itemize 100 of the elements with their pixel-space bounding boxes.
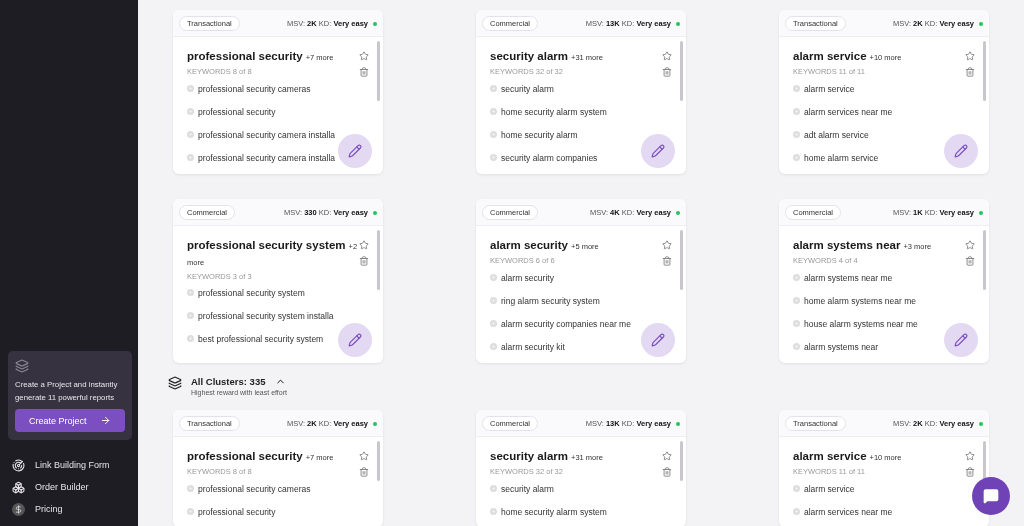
plus-icon [490, 508, 497, 515]
keyword-text: home security alarm system [501, 106, 607, 117]
plus-icon [793, 108, 800, 115]
plus-icon [793, 154, 800, 161]
keyword-text: alarm security kit [501, 341, 565, 352]
trash-icon[interactable] [662, 67, 672, 77]
plus-icon [490, 320, 497, 327]
plus-icon [490, 108, 497, 115]
plus-icon [793, 508, 800, 515]
trash-icon[interactable] [359, 467, 369, 477]
keyword-text: home security alarm [501, 129, 578, 140]
keyword-text: alarm services near me [804, 106, 893, 117]
edit-button[interactable] [641, 134, 675, 168]
plus-icon [490, 297, 497, 304]
create-project-button[interactable]: Create Project [15, 409, 125, 432]
plus-icon [793, 297, 800, 304]
arrow-icon [100, 415, 111, 426]
target-icon [12, 458, 25, 472]
keyword-text: house alarm systems near me [804, 318, 918, 329]
nav-link[interactable]: Pricing [0, 498, 138, 520]
star-icon[interactable] [359, 240, 369, 250]
keyword-text: best professional security system [198, 333, 324, 344]
keyword-text: home security alarm system [501, 506, 607, 517]
star-icon[interactable] [965, 240, 975, 250]
keyword-text: home alarm systems near me [804, 295, 916, 306]
keyword-text: alarm services near me [804, 506, 893, 517]
plus-icon [187, 154, 194, 161]
keyword-text: security alarm [501, 83, 554, 94]
nav-link[interactable]: Link Building Form [0, 454, 138, 476]
star-icon[interactable] [662, 51, 672, 61]
plus-icon [187, 289, 194, 296]
trash-icon[interactable] [359, 67, 369, 77]
keyword-text: professional security [198, 106, 276, 117]
plus-icon [793, 274, 800, 281]
keyword-text: alarm security [501, 272, 554, 283]
edit-button[interactable] [944, 134, 978, 168]
star-icon[interactable] [965, 51, 975, 61]
dollar-icon [12, 502, 25, 516]
layers-icon [15, 359, 29, 373]
edit-button[interactable] [338, 323, 372, 357]
edit-button[interactable] [641, 323, 675, 357]
keyword-text: alarm systems near me [804, 272, 893, 283]
edit-button[interactable] [944, 323, 978, 357]
star-icon[interactable] [662, 240, 672, 250]
keyword-text: ring alarm security system [501, 295, 600, 306]
pencil-icon [348, 144, 362, 158]
keyword-text: alarm service [804, 483, 855, 494]
pencil-icon [651, 144, 665, 158]
chat-button[interactable] [972, 477, 1010, 515]
section-title: All Clusters: 335 [191, 376, 266, 387]
plus-icon [793, 85, 800, 92]
edit-button[interactable] [338, 134, 372, 168]
trash-icon[interactable] [662, 467, 672, 477]
star-icon[interactable] [965, 451, 975, 461]
trash-icon[interactable] [965, 67, 975, 77]
plus-icon [490, 274, 497, 281]
plus-icon [187, 131, 194, 138]
trash-icon[interactable] [965, 467, 975, 477]
plus-icon [490, 131, 497, 138]
keyword-text: alarm systems near [804, 341, 879, 352]
keyword-text: professional security system installa [198, 310, 334, 321]
layers-icon [168, 376, 182, 390]
plus-icon [187, 485, 194, 492]
plus-icon [490, 154, 497, 161]
keyword-text: security alarm [501, 483, 554, 494]
chat-icon [983, 488, 999, 504]
keyword-text: professional security camera installa [198, 152, 335, 163]
boxes-icon [12, 480, 25, 494]
pencil-icon [348, 333, 362, 347]
keyword-text: professional security camera installa [198, 129, 335, 140]
pencil-icon [651, 333, 665, 347]
plus-icon [187, 85, 194, 92]
keyword-text: professional security cameras [198, 83, 311, 94]
plus-icon [490, 85, 497, 92]
keyword-text: professional security system [198, 287, 305, 298]
keyword-text: home alarm service [804, 152, 879, 163]
plus-icon [187, 508, 194, 515]
plus-icon [793, 320, 800, 327]
plus-icon [490, 485, 497, 492]
keyword-text: professional security cameras [198, 483, 311, 494]
keyword-text: alarm security companies near me [501, 318, 631, 329]
nav-link[interactable]: Order Builder [0, 476, 138, 498]
star-icon[interactable] [359, 51, 369, 61]
trash-icon[interactable] [965, 256, 975, 266]
star-icon[interactable] [662, 451, 672, 461]
plus-icon [187, 335, 194, 342]
plus-icon [793, 131, 800, 138]
plus-icon [793, 485, 800, 492]
keyword-text: security alarm companies [501, 152, 598, 163]
trash-icon[interactable] [662, 256, 672, 266]
pencil-icon [954, 333, 968, 347]
plus-icon [187, 312, 194, 319]
plus-icon [793, 343, 800, 350]
trash-icon[interactable] [359, 256, 369, 266]
keyword-text: alarm service [804, 83, 855, 94]
star-icon[interactable] [359, 451, 369, 461]
keyword-text: adt alarm service [804, 129, 869, 140]
plus-icon [490, 343, 497, 350]
pencil-icon [954, 144, 968, 158]
keyword-text: professional security [198, 506, 276, 517]
